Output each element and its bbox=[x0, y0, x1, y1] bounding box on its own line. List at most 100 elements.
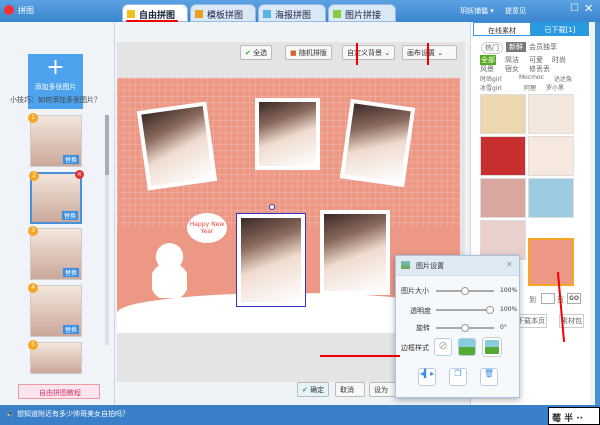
delete-icon[interactable]: 🗑 bbox=[480, 368, 498, 386]
opacity-slider[interactable] bbox=[436, 306, 494, 314]
border-style-1-icon[interactable] bbox=[458, 338, 476, 356]
material-thumb[interactable] bbox=[480, 94, 526, 134]
remove-icon[interactable]: × bbox=[75, 170, 84, 179]
category-item[interactable]: 达达兔 bbox=[554, 74, 572, 83]
collage-photo[interactable] bbox=[136, 101, 218, 191]
image-settings-dialog: 图片设置 ✕ 图片大小 100% 透明度 100% 旋转 0° 边框样式 ⊘ ◂… bbox=[395, 255, 520, 398]
tab-poster-collage[interactable]: 海报拼图 bbox=[258, 4, 326, 22]
replace-button[interactable]: 替换 bbox=[62, 325, 79, 334]
close-icon[interactable]: ✕ bbox=[584, 2, 593, 15]
speaker-icon: 🔈 bbox=[6, 410, 15, 418]
select-all-label: 全选 bbox=[253, 49, 268, 57]
subtab-hot[interactable]: 热门 bbox=[481, 42, 503, 54]
subtab-vip[interactable]: 会员独享 bbox=[529, 42, 557, 52]
rotate-slider[interactable] bbox=[436, 324, 494, 332]
image-icon bbox=[401, 261, 410, 269]
scrollbar-thumb[interactable] bbox=[105, 115, 109, 175]
category-item[interactable]: 宿女 bbox=[505, 64, 519, 74]
size-value: 100% bbox=[500, 287, 518, 294]
annotation-arrow bbox=[356, 43, 358, 65]
category-item[interactable]: 时尚girl bbox=[480, 74, 502, 83]
material-thumb[interactable] bbox=[528, 178, 574, 218]
confirm-button[interactable]: ✔ 确定 bbox=[297, 382, 330, 397]
size-slider[interactable] bbox=[436, 287, 494, 295]
dialog-header: 图片设置 ✕ bbox=[396, 256, 519, 276]
material-thumb[interactable] bbox=[528, 94, 574, 134]
tab-template-collage[interactable]: 模板拼图 bbox=[190, 4, 256, 22]
slider-knob[interactable] bbox=[486, 306, 494, 314]
subtab-new[interactable]: 新鲜 bbox=[506, 42, 526, 52]
watermark: 莓 半 ·· bbox=[548, 407, 600, 425]
collage-photo-selected[interactable] bbox=[236, 213, 306, 307]
material-thumb-selected[interactable] bbox=[528, 238, 574, 286]
annotation-arrow bbox=[320, 355, 400, 357]
category-item[interactable]: 风景 bbox=[480, 64, 494, 74]
annotation-arrow bbox=[427, 43, 429, 65]
collage-photo[interactable] bbox=[339, 98, 416, 188]
random-label: 随机排版 bbox=[298, 49, 327, 57]
app-title: 拼图 bbox=[18, 6, 34, 15]
collage-photo[interactable] bbox=[255, 98, 320, 170]
replace-button[interactable]: 替换 bbox=[61, 211, 78, 220]
rotate-label: 旋转 bbox=[416, 324, 430, 332]
plus-icon: + bbox=[46, 55, 65, 80]
rotate-handle[interactable] bbox=[269, 204, 275, 210]
chevron-down-icon: ⌄ bbox=[384, 49, 391, 57]
slider-knob[interactable] bbox=[461, 287, 469, 295]
replace-button[interactable]: 替换 bbox=[62, 155, 79, 164]
page-input[interactable] bbox=[541, 293, 555, 304]
material-thumb[interactable] bbox=[480, 220, 526, 260]
copy-icon[interactable]: ❐ bbox=[449, 368, 467, 386]
user-menu[interactable]: 玥妖铺儡 ▾ bbox=[460, 6, 494, 16]
image-thumb[interactable]: 1 替换 bbox=[28, 113, 82, 167]
status-link[interactable]: 想知道附近有多少帅哥美女自拍吗？ bbox=[17, 410, 129, 418]
category-item[interactable]: 罗小黑 bbox=[546, 83, 564, 92]
tab-label: 模板拼图 bbox=[207, 11, 244, 21]
category-item[interactable]: 修丢丢 bbox=[529, 64, 550, 74]
image-list-panel: + 添加多张图片 小技巧：如何添加多张图片？ 1 替换 2 替换 × 3 替换 4 替换 … bbox=[0, 22, 115, 405]
dialog-title: 图片设置 bbox=[416, 262, 444, 270]
rotate-value: 0° bbox=[500, 324, 507, 331]
border-style-label: 边框样式 bbox=[401, 344, 429, 352]
slider-knob[interactable] bbox=[461, 324, 469, 332]
tab-image-stitch[interactable]: 图片拼接 bbox=[328, 4, 396, 22]
image-thumb[interactable]: 3 替换 bbox=[28, 226, 82, 280]
feedback-link[interactable]: 提意见 bbox=[505, 6, 526, 16]
replace-button[interactable]: 替换 bbox=[62, 268, 79, 277]
category-item[interactable]: 阿狸 bbox=[524, 83, 536, 92]
maximize-icon[interactable]: ☐ bbox=[570, 3, 579, 14]
category-item[interactable]: 冰雪girl bbox=[480, 83, 502, 92]
thumb-number: 5 bbox=[28, 340, 38, 350]
image-thumb-selected[interactable]: 2 替换 × bbox=[29, 170, 84, 224]
tab-label: 海报拼图 bbox=[275, 11, 312, 21]
image-thumb[interactable]: 4 替换 bbox=[28, 283, 82, 337]
select-all-button[interactable]: ✔ 全选 bbox=[240, 45, 273, 60]
no-border-icon[interactable]: ⊘ bbox=[434, 338, 452, 356]
speech-bubble-sticker: Happy New Year bbox=[187, 213, 227, 243]
tab-downloaded[interactable]: 已下载[1] bbox=[531, 22, 589, 36]
border-style-2-icon[interactable] bbox=[482, 337, 502, 357]
tab-online-materials[interactable]: 在线素材 bbox=[473, 22, 531, 36]
flip-icon[interactable]: ◂▍▸ bbox=[418, 368, 436, 386]
canvas-settings-label: 画布设置 bbox=[407, 49, 435, 57]
material-thumb[interactable] bbox=[480, 178, 526, 218]
tutorial-button[interactable]: 自由拼图教程 bbox=[18, 384, 100, 399]
status-bar: 🔈 想知道附近有多少帅哥美女自拍吗？ bbox=[0, 405, 600, 425]
tip-link[interactable]: 小技巧：如何添加多张图片？ bbox=[10, 95, 101, 105]
custom-background-dropdown[interactable]: 自定义背景 ⌄ bbox=[342, 45, 396, 60]
category-item[interactable]: 时尚 bbox=[552, 55, 566, 65]
close-icon[interactable]: ✕ bbox=[506, 260, 513, 269]
canvas-settings-dropdown[interactable]: 画布设置 ⌄ bbox=[402, 45, 457, 60]
collage-photo[interactable] bbox=[320, 210, 390, 295]
cancel-button[interactable]: 取消 bbox=[335, 382, 365, 397]
go-button[interactable]: GO bbox=[567, 293, 582, 304]
scrollbar[interactable] bbox=[105, 115, 109, 345]
random-layout-button[interactable]: ■ 随机排版 bbox=[285, 45, 332, 60]
image-thumb[interactable]: 5 bbox=[28, 340, 82, 374]
title-bar: 拼图 自由拼图 模板拼图 海报拼图 图片拼接 玥妖铺儡 ▾ 提意见 ☐ ✕ bbox=[0, 0, 600, 22]
category-item[interactable]: Mocmoc bbox=[519, 74, 544, 81]
opacity-label: 透明度 bbox=[410, 307, 431, 315]
check-icon: ✔ bbox=[245, 49, 251, 57]
material-thumb[interactable] bbox=[480, 136, 526, 176]
material-thumb[interactable] bbox=[528, 136, 574, 176]
